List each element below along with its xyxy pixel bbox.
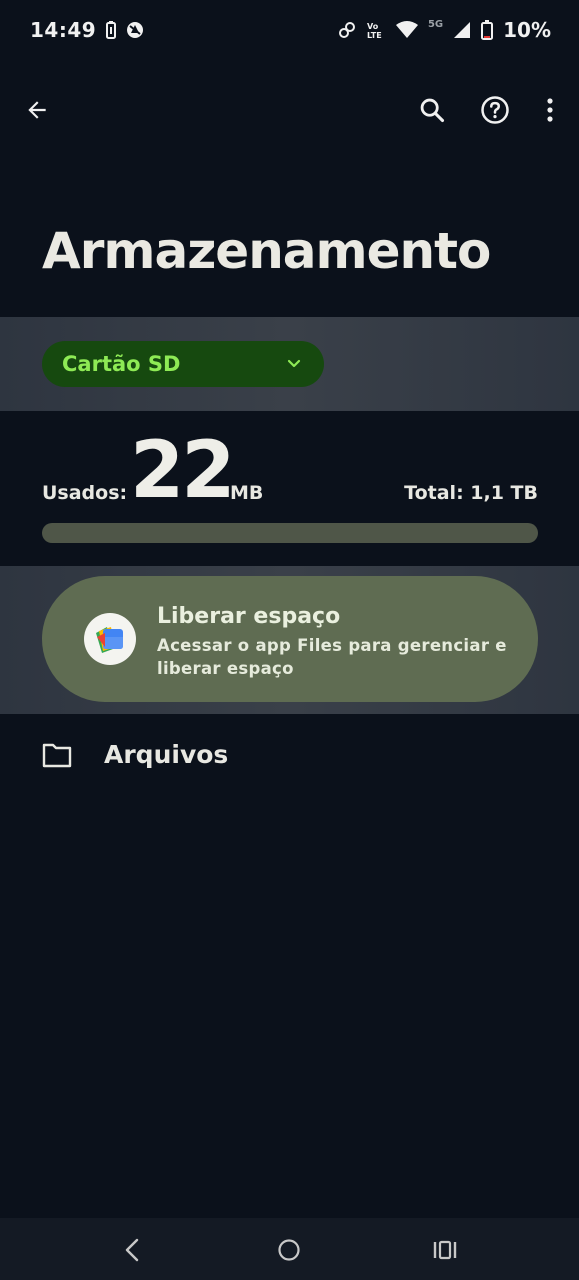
free-space-subtitle: Acessar o app Files para gerenciar e lib… xyxy=(157,636,507,678)
nav-back-icon xyxy=(125,1238,139,1262)
5g-icon: 5G xyxy=(428,19,443,41)
nav-recents-button[interactable] xyxy=(427,1232,463,1268)
chevron-down-icon xyxy=(284,354,304,374)
arrow-left-icon xyxy=(28,101,46,119)
total-label: Total: 1,1 TB xyxy=(404,482,538,504)
toolbar xyxy=(0,78,579,142)
files-entry[interactable]: Arquivos xyxy=(0,720,579,792)
back-button[interactable] xyxy=(15,88,59,132)
search-button[interactable] xyxy=(410,88,454,132)
files-entry-label: Arquivos xyxy=(104,740,229,769)
status-right: Vo LTE 5G 10% xyxy=(338,18,551,42)
app-notification-icon xyxy=(126,21,144,39)
help-circle-icon xyxy=(481,96,509,124)
signal-icon xyxy=(453,21,471,39)
nav-home-button[interactable] xyxy=(271,1232,307,1268)
free-space-card[interactable]: Liberar espaço Acessar o app Files para … xyxy=(42,576,538,702)
help-button[interactable] xyxy=(473,88,517,132)
wifi-icon xyxy=(395,21,418,39)
nav-back-button[interactable] xyxy=(114,1232,150,1268)
more-options-button[interactable] xyxy=(528,88,572,132)
files-app-icon xyxy=(84,613,136,665)
status-time: 14:49 xyxy=(30,18,97,42)
network-label: 5G xyxy=(427,19,444,30)
usage-summary: Usados: 22 MB Total: 1,1 TB xyxy=(42,426,538,516)
storage-progress-bar xyxy=(42,523,538,543)
search-icon xyxy=(420,98,445,123)
page-title: Armazenamento xyxy=(42,222,491,280)
status-bar: 14:49 Vo LTE 5G 10% xyxy=(0,0,579,60)
nav-recents-icon xyxy=(433,1240,457,1260)
nav-home-icon xyxy=(278,1239,300,1261)
system-nav-bar xyxy=(0,1218,579,1280)
battery-percent: 10% xyxy=(503,18,551,42)
more-vertical-icon xyxy=(547,98,553,122)
used-unit: MB xyxy=(230,482,264,504)
svg-text:LTE: LTE xyxy=(367,31,382,40)
link-icon xyxy=(338,21,356,39)
free-space-title: Liberar espaço xyxy=(157,604,341,629)
status-left: 14:49 xyxy=(30,18,144,42)
used-value: 22 xyxy=(130,426,236,516)
volume-selected-label: Cartão SD xyxy=(62,352,181,376)
used-label: Usados: xyxy=(42,482,128,504)
folder-icon xyxy=(42,743,72,768)
volume-dropdown[interactable]: Cartão SD xyxy=(42,341,324,387)
battery-icon xyxy=(481,20,494,40)
volte-icon: Vo LTE xyxy=(366,20,386,40)
svg-text:Vo: Vo xyxy=(367,22,379,31)
battery-saver-icon xyxy=(106,21,117,39)
